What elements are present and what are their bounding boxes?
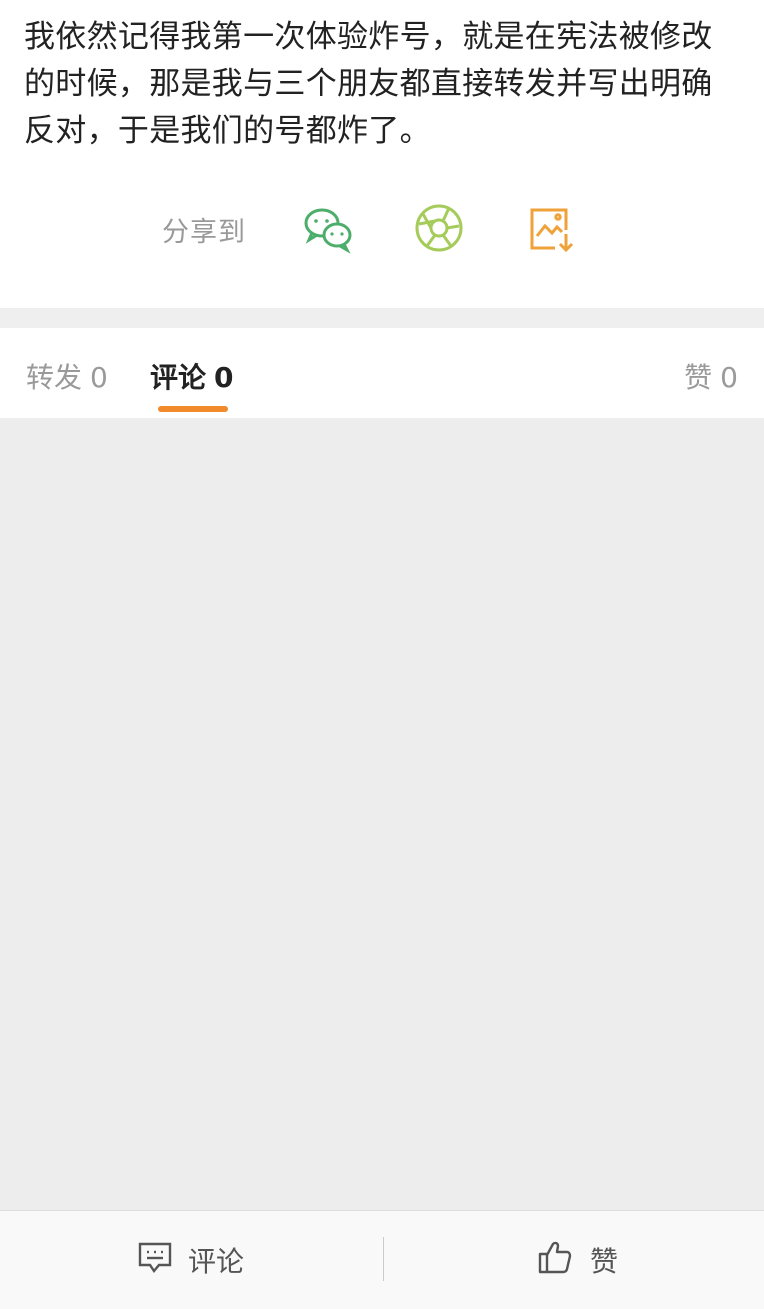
moments-icon[interactable] [413, 202, 465, 254]
like-button[interactable]: 赞 [384, 1211, 764, 1309]
tab-comments-label: 评论 [150, 361, 207, 394]
tab-likes[interactable]: 赞0 [684, 356, 738, 396]
comments-list-empty[interactable] [0, 418, 764, 1210]
post-card: 我依然记得我第一次体验炸号，就是在宪法被修改的时候，那是我与三个朋友都直接转发并… [0, 0, 764, 308]
tab-bar: 转发 0 评论 0 赞0 [0, 328, 764, 418]
share-label: 分享到 [162, 217, 246, 248]
comment-icon [137, 1239, 173, 1275]
bottom-action-bar: 评论 赞 [0, 1210, 764, 1309]
save-image-icon[interactable] [525, 202, 577, 254]
wechat-icon[interactable] [302, 202, 354, 254]
active-tab-indicator [158, 406, 228, 412]
comment-button[interactable]: 评论 [0, 1211, 382, 1309]
tab-comments-count: 0 [214, 361, 234, 394]
comment-button-label: 评论 [188, 1245, 245, 1278]
post-text[interactable]: 我依然记得我第一次体验炸号，就是在宪法被修改的时候，那是我与三个朋友都直接转发并… [24, 14, 740, 155]
tab-likes-label: 赞 [684, 361, 713, 394]
like-button-label: 赞 [590, 1245, 619, 1278]
tab-reposts-count: 0 [90, 361, 108, 394]
tab-reposts-label: 转发 [26, 361, 83, 394]
share-row: 分享到 [0, 196, 764, 260]
tab-comments[interactable]: 评论 0 [150, 356, 234, 396]
section-gap [0, 308, 764, 328]
tab-reposts[interactable]: 转发 0 [26, 356, 108, 396]
thumbs-up-icon [537, 1239, 573, 1275]
tab-likes-count: 0 [720, 361, 738, 394]
